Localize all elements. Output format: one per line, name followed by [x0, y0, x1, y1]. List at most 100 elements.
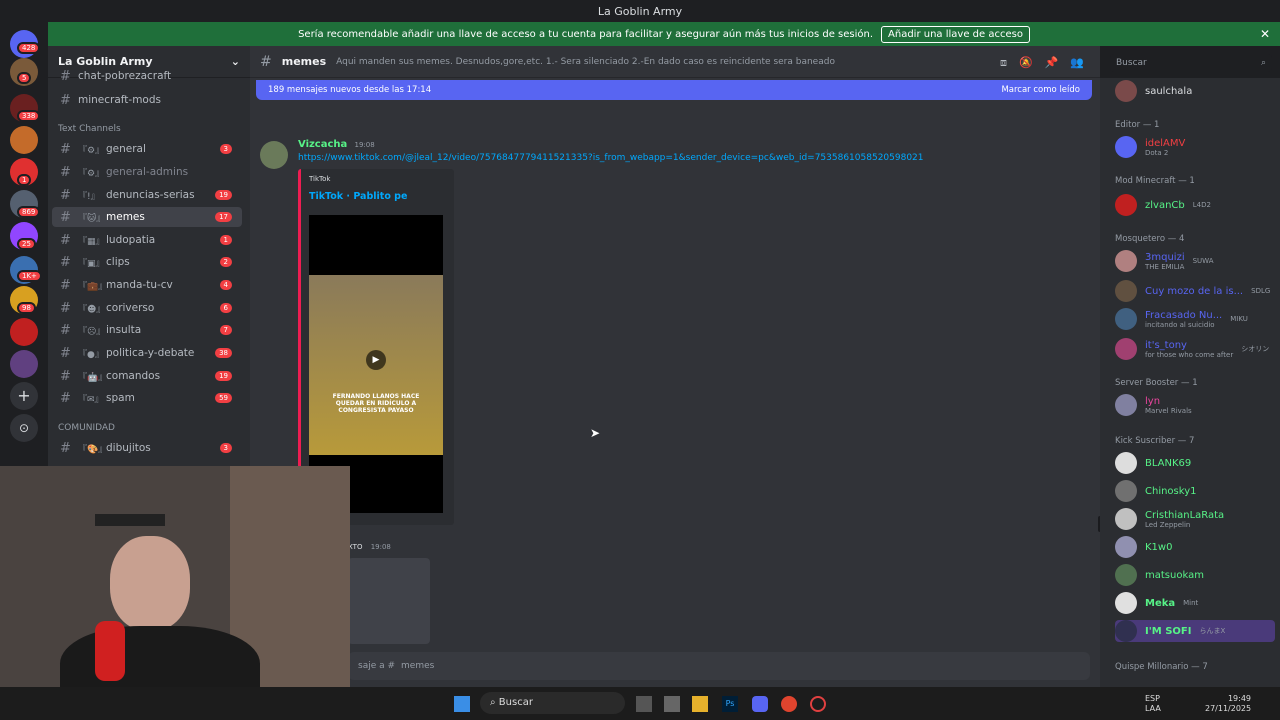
member-item[interactable]: zlvanCb L4D2 — [1115, 194, 1211, 216]
server-icon[interactable] — [10, 350, 38, 378]
play-icon[interactable]: ▶ — [366, 350, 386, 370]
channel-item[interactable]: # 『🎨』 dibujitos 3 — [52, 438, 242, 458]
member-item[interactable]: Chinosky1 — [1115, 480, 1196, 502]
hash-icon: # — [60, 368, 71, 384]
chrome-icon[interactable] — [781, 696, 797, 712]
photoshop-icon[interactable]: Ps — [722, 696, 738, 712]
app-icon[interactable] — [664, 696, 680, 712]
avatar — [1115, 620, 1137, 642]
member-name: Cuy mozo de la is... — [1145, 285, 1244, 297]
mention-badge: 3 — [219, 144, 232, 154]
message-link[interactable]: https://www.tiktok.com/@jleal_12/video/7… — [298, 153, 924, 163]
file-explorer-icon[interactable] — [692, 696, 708, 712]
mention-badge: 7 — [219, 325, 232, 335]
member-item[interactable]: matsuokam — [1115, 564, 1204, 586]
header-toolbar: ⧈ 🔕 📌 👥 — [1000, 56, 1084, 70]
channel-item[interactable]: # 『✉』 spam 59 — [52, 388, 242, 408]
mark-read-button[interactable]: Marcar como leído — [1001, 85, 1080, 95]
discord-icon[interactable] — [752, 696, 768, 712]
member-item[interactable]: Meka Mint — [1115, 592, 1198, 614]
avatar — [1115, 80, 1137, 102]
members-icon[interactable]: 👥 — [1070, 56, 1084, 70]
member-item[interactable]: it's_tony for those who come after シオリン — [1115, 338, 1269, 360]
badge: 25 — [17, 238, 36, 250]
clock-date: 27/11/2025 — [1205, 704, 1252, 713]
category-text-channels[interactable]: Text Channels — [58, 124, 121, 134]
member-name: 3mquizi — [1145, 251, 1185, 263]
member-item[interactable]: 3mquizi THE EMILIA SUWA — [1115, 250, 1214, 272]
role-heading: Mosquetero — 4 — [1115, 234, 1185, 244]
member-item[interactable]: CristhianLaRata Led Zeppelin — [1115, 508, 1224, 530]
search-input[interactable]: Buscar ⌕ — [1110, 54, 1272, 72]
new-messages-bar[interactable]: 189 mensajes nuevos desde las 17:14 Marc… — [256, 80, 1092, 100]
emoji-icon: 『🤖』 — [78, 372, 108, 383]
category-comunidad[interactable]: COMUNIDAD — [58, 423, 115, 433]
channel-topic[interactable]: Aqui manden sus memes. Desnudos,gore,etc… — [336, 57, 835, 67]
member-name: CristhianLaRata — [1145, 509, 1225, 521]
channel-label: denuncias-serias — [106, 189, 195, 201]
avatar — [1115, 308, 1137, 330]
taskbar-search[interactable]: ⌕ Buscar — [480, 692, 625, 714]
member-item[interactable]: lyn Marvel Rivals — [1115, 394, 1192, 416]
channel-name: memes — [281, 55, 327, 68]
author-name[interactable]: XTO — [348, 543, 362, 551]
badge: 1K+ — [17, 270, 42, 282]
member-activity: incitando al suicidio — [1145, 320, 1215, 329]
badge: 338 — [17, 110, 41, 122]
channel-item[interactable]: # 『▣』 clips 2 — [52, 252, 242, 272]
channel-label: comandos — [106, 370, 161, 382]
message-input[interactable]: saje a # memes — [348, 652, 1090, 680]
obs-icon[interactable] — [810, 696, 826, 712]
channel-item-memes[interactable]: # 『🐱』 memes 17 — [52, 207, 242, 227]
member-name: it's_tony — [1145, 339, 1187, 351]
threads-icon[interactable]: ⧈ — [1000, 56, 1007, 70]
member-name: idelAMV — [1145, 137, 1186, 149]
member-item[interactable]: BLANK69 — [1115, 452, 1191, 474]
badge: 5 — [17, 72, 32, 84]
member-activity: Marvel Rivals — [1145, 406, 1192, 415]
task-view-icon[interactable] — [636, 696, 652, 712]
clock[interactable]: 19:49 27/11/2025 — [1205, 694, 1251, 714]
hash-icon: # — [60, 232, 71, 248]
member-name: matsuokam — [1145, 569, 1204, 581]
channel-item[interactable]: # chat-pobrezacraft — [52, 70, 242, 82]
image-attachment[interactable] — [348, 558, 430, 644]
channel-item[interactable]: # 『☻』 coriverso 6 — [52, 298, 242, 318]
channel-item[interactable]: # 『●』 politica-y-debate 38 — [52, 343, 242, 363]
channel-item[interactable]: # 『🤖』 comandos 19 — [52, 366, 242, 386]
language-indicator[interactable]: ESP LAA — [1145, 694, 1161, 714]
server-icon[interactable] — [10, 126, 38, 154]
add-server-icon[interactable]: + — [10, 382, 38, 410]
mute-icon[interactable]: 🔕 — [1019, 56, 1033, 70]
member-item[interactable]: saulchala — [1115, 80, 1192, 102]
member-name: Meka — [1145, 597, 1176, 609]
member-item[interactable]: idelAMV Dota 2 — [1115, 136, 1185, 158]
member-item[interactable]: Fracasado Nu... incitando al suicidio MIKU — [1115, 308, 1248, 330]
emoji-icon: 『🐱』 — [78, 213, 106, 224]
hash-icon: # — [60, 322, 71, 338]
mention-badge: 3 — [219, 443, 232, 453]
member-item[interactable]: K1w0 — [1115, 536, 1172, 558]
channel-item[interactable]: # 『▦』 ludopatia 1 — [52, 230, 242, 250]
taskbar-search-label: Buscar — [498, 697, 533, 708]
discover-icon[interactable]: ⊙ — [10, 414, 38, 442]
channel-item[interactable]: # 『⚙』 general 3 — [52, 139, 242, 159]
server-icon[interactable] — [10, 318, 38, 346]
channel-item[interactable]: # 『!』 denuncias-serias 19 — [52, 185, 242, 205]
embed-title[interactable]: TikTok · Pablito pe — [309, 191, 407, 202]
channel-label: minecraft-mods — [78, 94, 161, 106]
channel-item[interactable]: # 『⚙』 general-admins — [52, 162, 242, 182]
channel-item[interactable]: # 『💼』 manda-tu-cv 4 — [52, 275, 242, 295]
role-heading: Kick Suscriber — 7 — [1115, 436, 1195, 446]
member-item[interactable]: Cuy mozo de la is... SDLG — [1115, 280, 1270, 302]
windows-start-icon[interactable] — [454, 696, 470, 712]
channel-item[interactable]: # minecraft-mods — [52, 90, 242, 110]
close-icon[interactable]: ✕ — [1260, 27, 1270, 41]
add-passkey-button[interactable]: Añadir una llave de acceso — [881, 25, 1030, 43]
channel-label: dibujitos — [106, 442, 151, 454]
channel-item[interactable]: # 『☹』 insulta 7 — [52, 320, 242, 340]
author-name[interactable]: Vizcacha — [298, 139, 347, 150]
avatar[interactable] — [260, 141, 288, 169]
member-item[interactable]: I'M SOFI らんまX — [1115, 620, 1275, 642]
pin-icon[interactable]: 📌 — [1045, 56, 1059, 70]
